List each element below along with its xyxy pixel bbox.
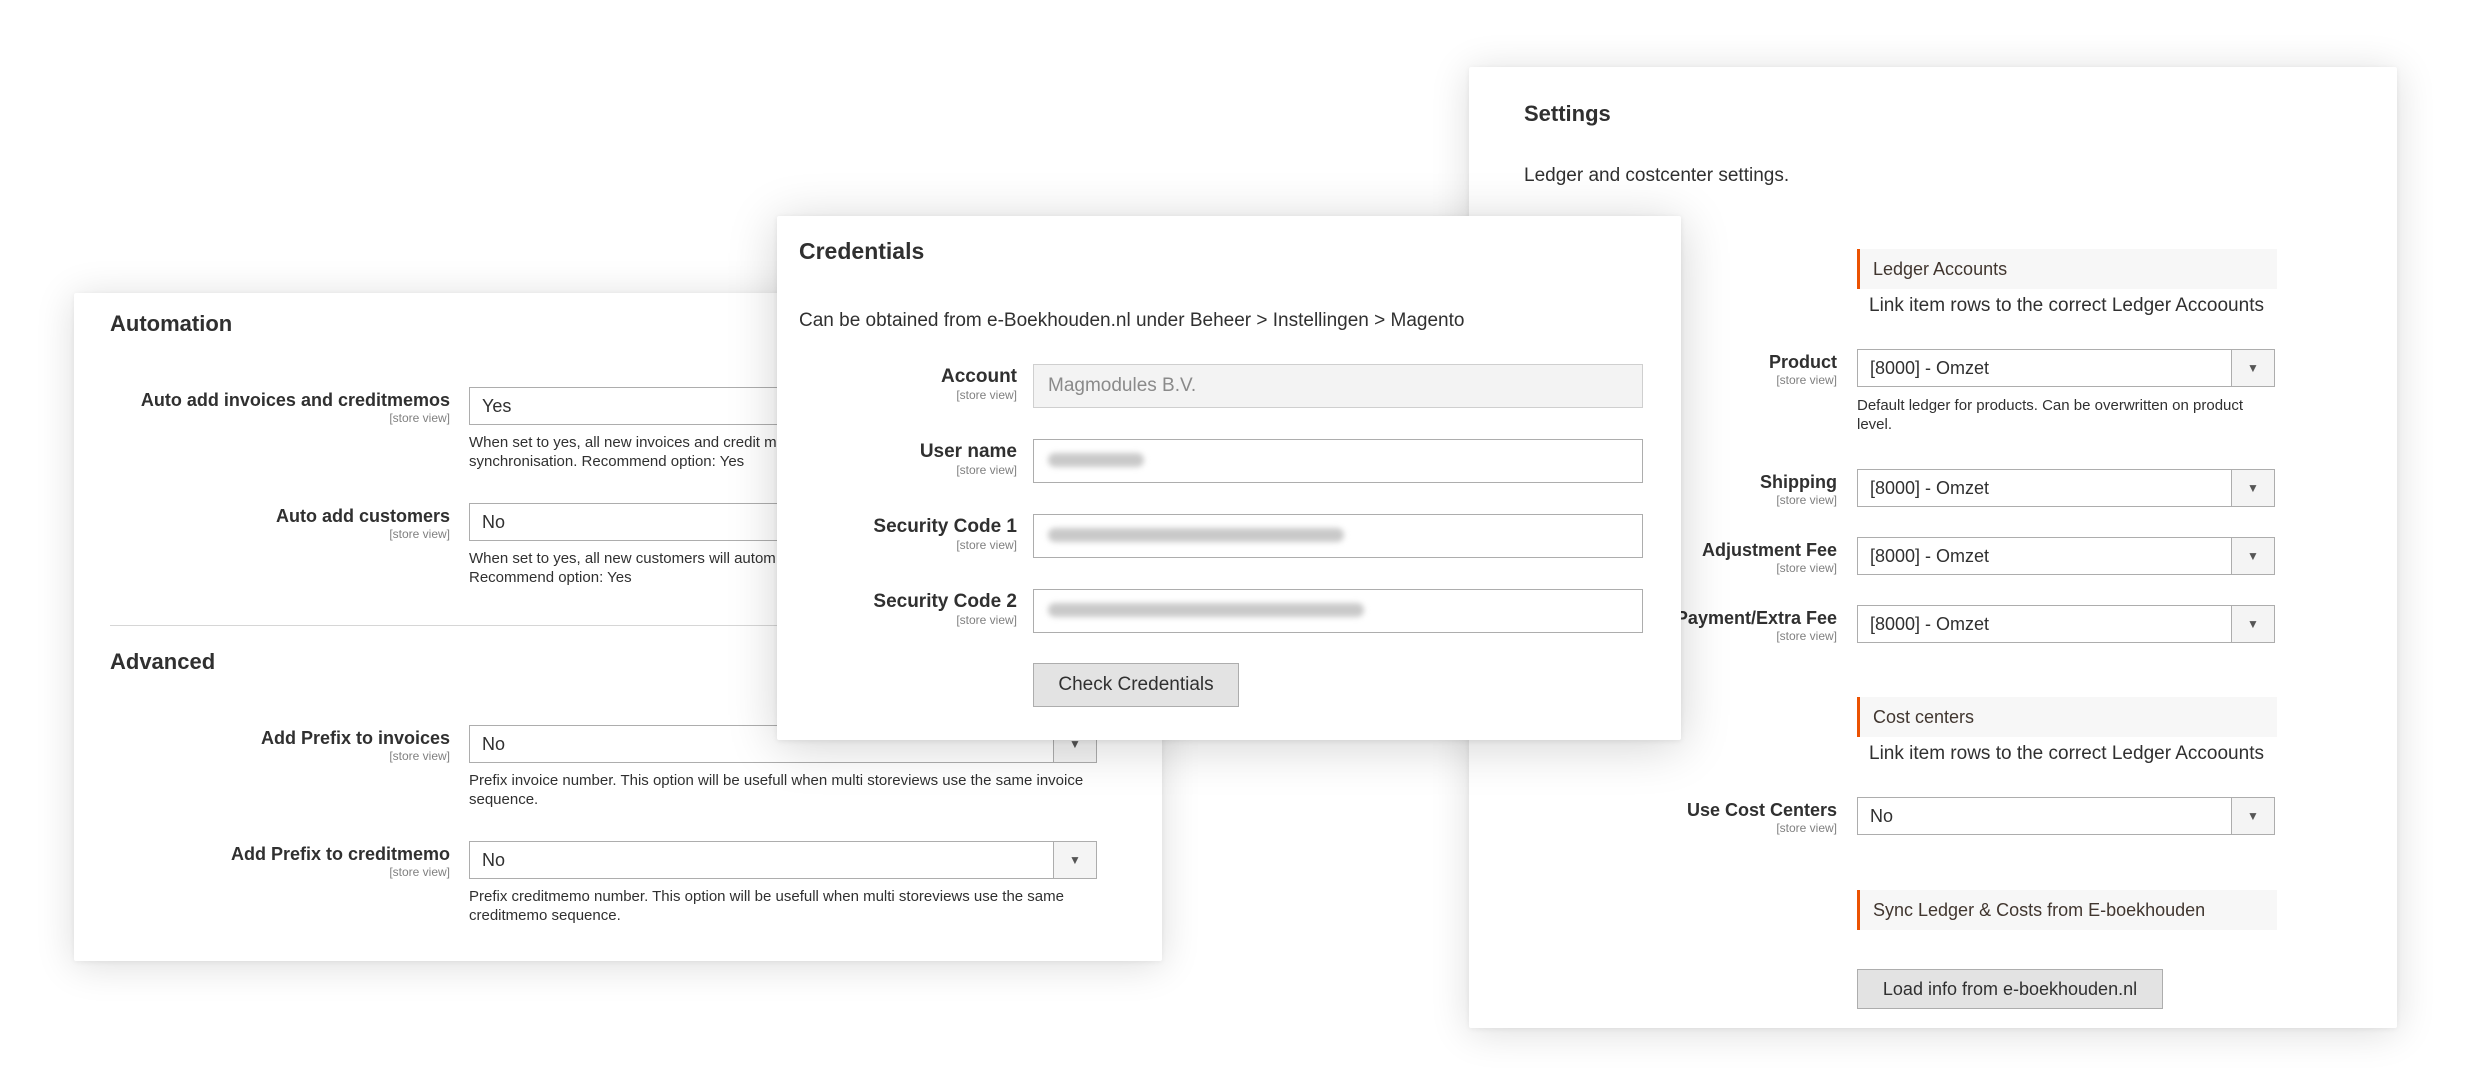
product-ledger-note: Default ledger for products. Can be over… [1857, 397, 2244, 433]
settings-title: Settings [1524, 101, 1611, 126]
cost-centers-subnote: Link item rows to the correct Ledger Acc… [1869, 743, 2264, 764]
credentials-title: Credentials [799, 238, 925, 264]
chevron-down-icon[interactable]: ▼ [2231, 606, 2274, 642]
auto-add-invoices-note: When set to yes, all new invoices and cr… [469, 434, 785, 470]
shipping-ledger-select[interactable]: [8000] - Omzet ▼ [1857, 469, 2275, 507]
prefix-creditmemo-select[interactable]: No ▼ [469, 841, 1097, 879]
check-credentials-button[interactable]: Check Credentials [1033, 663, 1239, 707]
payment-fee-ledger-select[interactable]: [8000] - Omzet ▼ [1857, 605, 2275, 643]
security-code-1-label: Security Code 1 [store view] [873, 516, 1017, 552]
chevron-down-icon[interactable]: ▼ [2231, 798, 2274, 834]
redacted-value [1048, 602, 1364, 617]
redacted-value [1048, 527, 1344, 542]
cost-centers-header: Cost centers [1857, 697, 2277, 737]
product-ledger-select[interactable]: [8000] - Omzet ▼ [1857, 349, 2275, 387]
ledger-accounts-header: Ledger Accounts [1857, 249, 2277, 289]
credentials-description: Can be obtained from e-Boekhouden.nl und… [799, 310, 1465, 331]
prefix-creditmemo-note: Prefix creditmemo number. This option wi… [469, 888, 1064, 924]
load-info-button[interactable]: Load info from e-boekhouden.nl [1857, 969, 2163, 1009]
prefix-invoices-note: Prefix invoice number. This option will … [469, 772, 1084, 808]
use-cost-centers-label: Use Cost Centers [store view] [1686, 800, 1837, 835]
chevron-down-icon[interactable]: ▼ [1053, 842, 1096, 878]
security-code-2-input[interactable] [1033, 589, 1643, 633]
chevron-down-icon[interactable]: ▼ [2231, 538, 2274, 574]
settings-description: Ledger and costcenter settings. [1524, 165, 1790, 186]
chevron-down-icon[interactable]: ▼ [2231, 350, 2274, 386]
credentials-panel: Credentials Can be obtained from e-Boekh… [777, 216, 1681, 740]
account-input: Magmodules B.V. [1033, 364, 1643, 408]
prefix-creditmemo-label: Add Prefix to creditmemo [store view] [230, 844, 450, 879]
account-label: Account [store view] [941, 366, 1017, 402]
prefix-invoices-label: Add Prefix to invoices [store view] [260, 728, 450, 763]
username-label: User name [store view] [919, 441, 1017, 477]
ledger-accounts-subnote: Link item rows to the correct Ledger Acc… [1869, 295, 2264, 316]
adjustment-fee-ledger-select[interactable]: [8000] - Omzet ▼ [1857, 537, 2275, 575]
chevron-down-icon[interactable]: ▼ [2231, 470, 2274, 506]
automation-title: Automation [110, 311, 233, 336]
auto-add-customers-note: When set to yes, all new customers will … [469, 550, 776, 586]
advanced-title: Advanced [110, 649, 216, 674]
security-code-2-label: Security Code 2 [store view] [873, 591, 1017, 627]
auto-add-customers-label: Auto add customers [store view] [275, 506, 450, 541]
security-code-1-input[interactable] [1033, 514, 1643, 558]
use-cost-centers-select[interactable]: No ▼ [1857, 797, 2275, 835]
redacted-value [1048, 452, 1144, 467]
sync-ledger-header: Sync Ledger & Costs from E-boekhouden [1857, 890, 2277, 930]
username-input[interactable] [1033, 439, 1643, 483]
auto-add-invoices-label: Auto add invoices and creditmemos [store… [140, 390, 450, 425]
